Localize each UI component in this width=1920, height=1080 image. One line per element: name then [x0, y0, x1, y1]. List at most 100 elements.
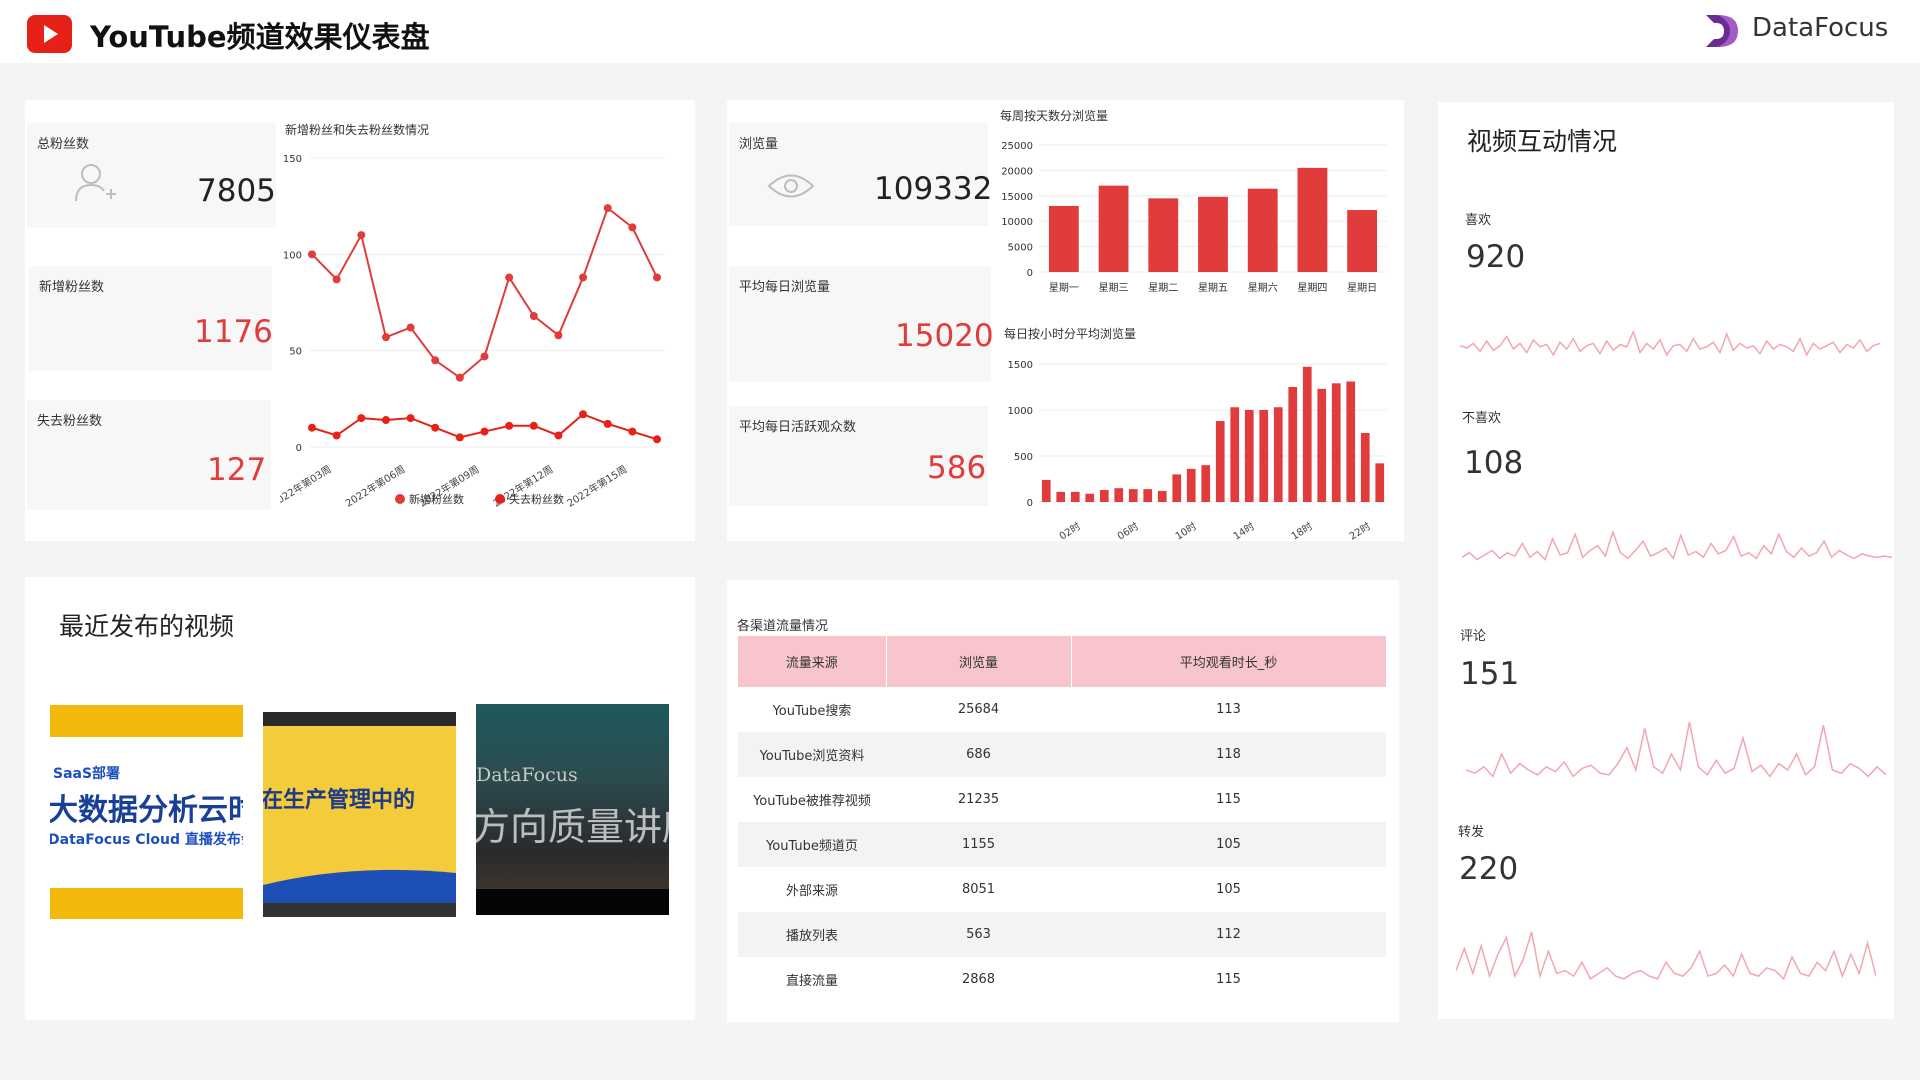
data-point: [628, 427, 637, 436]
table-row: 直接流量 2868 115: [738, 957, 1386, 1002]
cell-avg-watch: 118: [1071, 732, 1386, 777]
legend-marker: [395, 494, 405, 504]
x-tick-label: 星期一: [1049, 282, 1079, 294]
thumb-1-top-band: [50, 705, 243, 737]
views-value: 109332: [874, 171, 993, 207]
bar: [1302, 366, 1312, 502]
cell-source: YouTube浏览资料: [738, 732, 886, 777]
lost-fans-label: 失去粉丝数: [37, 414, 103, 429]
comment-sparkline: [1466, 721, 1886, 778]
data-point: [308, 250, 316, 259]
cell-views: 563: [886, 912, 1071, 957]
eye-icon: [767, 174, 815, 198]
data-point: [406, 414, 415, 423]
thumb-2-top-band: [263, 712, 456, 726]
x-tick-label: 星期三: [1099, 282, 1129, 294]
like-sparkline: [1460, 329, 1880, 357]
y-tick-label: 25000: [1001, 141, 1033, 152]
bar: [1099, 490, 1109, 502]
data-point: [455, 373, 464, 382]
bar: [1346, 381, 1356, 502]
data-point: [653, 435, 661, 444]
data-point: [603, 419, 612, 428]
lost-fans-value: 127: [207, 452, 267, 488]
avg-active-viewers-value: 586: [927, 450, 987, 486]
legend-label: 失去粉丝数: [509, 493, 564, 506]
thumb-2-wave-graphic: [263, 869, 456, 917]
sparkline-path: [1460, 329, 1880, 357]
total-fans-tile: 总粉丝数 7805: [27, 123, 276, 228]
table-row: 外部来源 8051 105: [738, 867, 1386, 912]
dislike-label: 不喜欢: [1462, 411, 1502, 426]
table-row: YouTube频道页 1155 105: [738, 822, 1386, 867]
cell-source: 直接流量: [785, 974, 838, 989]
data-point: [381, 416, 390, 425]
views-label: 浏览量: [739, 137, 779, 152]
cell-source: 外部来源: [785, 884, 838, 899]
like-value: 920: [1466, 239, 1526, 275]
comment-label: 评论: [1460, 629, 1487, 644]
cell-avg-watch: 115: [1216, 792, 1241, 807]
cell-avg-watch: 115: [1216, 972, 1241, 987]
sparkline-path: [1466, 721, 1886, 778]
hourly-bar-chart: 每日按小时分平均浏览量 0 500 1000 1500 02时 06时 10时 14时 18时 2…: [1004, 326, 1387, 541]
col-views[interactable]: 浏览量: [886, 636, 1072, 687]
x-tick-label: 2022年第03周: [280, 463, 334, 510]
bar: [1244, 410, 1254, 502]
y-tick-label: 10000: [1001, 217, 1033, 228]
page-title: YouTube频道效果仪表盘: [90, 20, 430, 54]
interaction-panel: 视频互动情况 喜欢 920 不喜欢 108 评论 151 转发 220: [1438, 102, 1894, 1019]
bar: [1056, 491, 1066, 502]
data-point: [505, 273, 514, 282]
x-tick-label: 10时: [1173, 520, 1199, 541]
col-source[interactable]: 流量来源: [738, 636, 887, 687]
bar: [1157, 490, 1167, 502]
cell-views: 1155: [886, 822, 1071, 867]
video-thumbnail-3[interactable]: DataFocus 方向质量讲座: [476, 704, 669, 915]
y-tick-label: 5000: [1008, 243, 1033, 254]
bar: [1288, 387, 1298, 502]
video-1-line-1: SaaS部署: [53, 766, 121, 782]
bar: [1317, 388, 1327, 502]
x-tick-label: 星期六: [1248, 282, 1278, 294]
video-thumbnail-2[interactable]: 在生产管理中的: [263, 712, 456, 917]
x-tick-label: 星期日: [1347, 282, 1377, 294]
cell-views: 8051: [961, 882, 996, 897]
traffic-title: 各渠道流量情况: [737, 619, 829, 634]
cell-avg-watch: 112: [1071, 912, 1386, 957]
bar: [1041, 479, 1051, 502]
bar: [1247, 188, 1278, 272]
share-sparkline: [1456, 931, 1876, 981]
x-tick-label: 星期二: [1148, 282, 1178, 294]
share-label: 转发: [1458, 825, 1485, 840]
cell-avg-watch: 105: [1071, 822, 1386, 867]
y-tick-label: 0: [1027, 498, 1033, 509]
avg-daily-views-label: 平均每日浏览量: [739, 280, 831, 295]
x-tick-label: 22时: [1347, 520, 1373, 541]
data-point: [480, 427, 489, 436]
traffic-table: 流量来源 浏览量 平均观看时长_秒 YouTube搜索 25684 113 YouT…: [738, 636, 1387, 1002]
data-point: [357, 414, 366, 423]
avg-active-viewers-label: 平均每日活跃观众数: [739, 420, 857, 435]
video-thumbnail-1[interactable]: SaaS部署 大数据分析云时 DataFocus Cloud 直播发布会: [50, 705, 243, 919]
data-point: [332, 431, 341, 440]
x-tick-label: 18时: [1289, 520, 1315, 541]
data-point: [505, 421, 514, 430]
hourly-chart-title: 每日按小时分平均浏览量: [1004, 326, 1136, 341]
datafocus-logo-icon: [1706, 15, 1738, 47]
cell-source: 播放列表: [738, 912, 886, 957]
bar: [1070, 491, 1080, 502]
data-point: [529, 421, 538, 430]
data-point: [332, 275, 341, 284]
cell-views: 25684: [957, 702, 1000, 717]
bar: [1297, 167, 1328, 272]
bar: [1331, 383, 1341, 502]
user-add-icon: [75, 164, 116, 202]
bar: [1148, 198, 1179, 272]
bar: [1230, 407, 1240, 502]
avg-daily-views-tile: 平均每日浏览量 15020: [729, 266, 994, 382]
total-fans-label: 总粉丝数: [37, 137, 90, 152]
views-panel: 浏览量 109332 平均每日浏览量 15020 平均每日活跃观众数 586 每…: [727, 100, 1404, 541]
col-avg-watch[interactable]: 平均观看时长_秒: [1071, 636, 1387, 687]
traffic-table-header: 流量来源 浏览量 平均观看时长_秒: [738, 636, 1387, 687]
